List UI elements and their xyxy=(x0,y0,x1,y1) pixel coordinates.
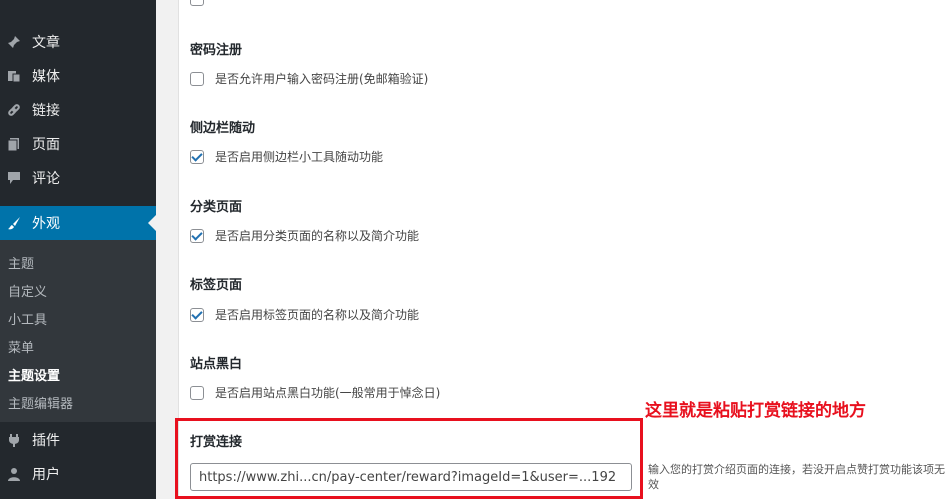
admin-sidebar: 文章 媒体 链接 页面 评论 外观 主题 自定义 小工具 菜单 主题设置 主题编… xyxy=(0,0,156,499)
setting-row-sidebar-follow: 是否启用侧边栏小工具随动功能 xyxy=(190,148,383,165)
sidebar-item-label: 外观 xyxy=(32,216,60,232)
category-page-checkbox[interactable] xyxy=(190,228,204,243)
sidebar-item-users[interactable]: 用户 xyxy=(0,457,156,491)
checkbox-label: 是否启用标签页面的名称以及简介功能 xyxy=(215,308,420,322)
sidebar-follow-checkbox[interactable] xyxy=(190,149,204,164)
reward-link-input[interactable] xyxy=(190,463,632,491)
sidebar-item-appearance[interactable]: 外观 xyxy=(0,206,156,240)
setting-row-tag-page: 是否启用标签页面的名称以及简介功能 xyxy=(190,306,419,323)
sidebar-item-label: 插件 xyxy=(32,433,60,449)
checkbox-label: 是否启用分类页面的名称以及简介功能 xyxy=(215,229,420,243)
sidebar-item-label: 链接 xyxy=(32,103,60,119)
annotation-text: 这里就是粘贴打赏链接的地方 xyxy=(645,401,866,421)
appearance-submenu: 主题 自定义 小工具 菜单 主题设置 主题编辑器 xyxy=(0,240,156,422)
submenu-item-menus[interactable]: 菜单 xyxy=(8,337,34,356)
setting-row-site-grayscale: 是否启用站点黑白功能(一般常用于悼念日) xyxy=(190,384,440,401)
submenu-item-themes[interactable]: 主题 xyxy=(8,253,34,272)
site-grayscale-checkbox[interactable] xyxy=(190,385,204,400)
user-icon xyxy=(7,467,21,481)
brush-icon xyxy=(7,216,21,230)
reward-link-help-text: 输入您的打赏介绍页面的连接，若没开启点赞打赏功能该项无效 xyxy=(648,463,945,491)
comment-icon xyxy=(7,171,21,185)
submenu-item-theme-settings[interactable]: 主题设置 xyxy=(8,365,60,384)
link-icon xyxy=(7,103,21,117)
submenu-item-widgets[interactable]: 小工具 xyxy=(8,309,47,328)
sidebar-item-plugins[interactable]: 插件 xyxy=(0,423,156,457)
setting-row-password-register: 是否允许用户输入密码注册(免邮箱验证) xyxy=(190,70,428,87)
sidebar-item-posts[interactable]: 文章 xyxy=(0,25,156,59)
checkbox-label: 是否启用侧边栏小工具随动功能 xyxy=(215,150,384,164)
sidebar-item-comments[interactable]: 评论 xyxy=(0,161,156,195)
sidebar-item-links[interactable]: 链接 xyxy=(0,93,156,127)
submenu-item-theme-editor[interactable]: 主题编辑器 xyxy=(8,393,73,412)
sidebar-item-label: 用户 xyxy=(32,467,60,483)
checkbox-label: 是否启用站点黑白功能(一般常用于悼念日) xyxy=(215,386,441,400)
submenu-item-customize[interactable]: 自定义 xyxy=(8,281,47,300)
sidebar-item-label: 评论 xyxy=(32,171,60,187)
page-icon xyxy=(7,137,21,151)
section-title-sidebar-follow: 侧边栏随动 xyxy=(190,121,256,136)
setting-row-cut-off xyxy=(190,0,215,6)
section-title-password-register: 密码注册 xyxy=(190,43,243,58)
section-title-site-grayscale: 站点黑白 xyxy=(190,357,243,372)
section-title-category-page: 分类页面 xyxy=(190,200,243,215)
sidebar-item-media[interactable]: 媒体 xyxy=(0,59,156,93)
setting-row-category-page: 是否启用分类页面的名称以及简介功能 xyxy=(190,227,419,244)
password-register-checkbox[interactable] xyxy=(190,71,204,86)
checkbox-label: 是否允许用户输入密码注册(免邮箱验证) xyxy=(215,72,429,86)
plugin-icon xyxy=(7,433,21,447)
sidebar-item-label: 页面 xyxy=(32,137,60,153)
media-icon xyxy=(7,69,21,83)
pin-icon xyxy=(7,35,21,49)
checkbox[interactable] xyxy=(190,0,204,6)
sidebar-item-pages[interactable]: 页面 xyxy=(0,127,156,161)
section-title-tag-page: 标签页面 xyxy=(190,278,243,293)
tag-page-checkbox[interactable] xyxy=(190,307,204,322)
sidebar-item-label: 文章 xyxy=(32,35,60,51)
sidebar-item-label: 媒体 xyxy=(32,69,60,85)
